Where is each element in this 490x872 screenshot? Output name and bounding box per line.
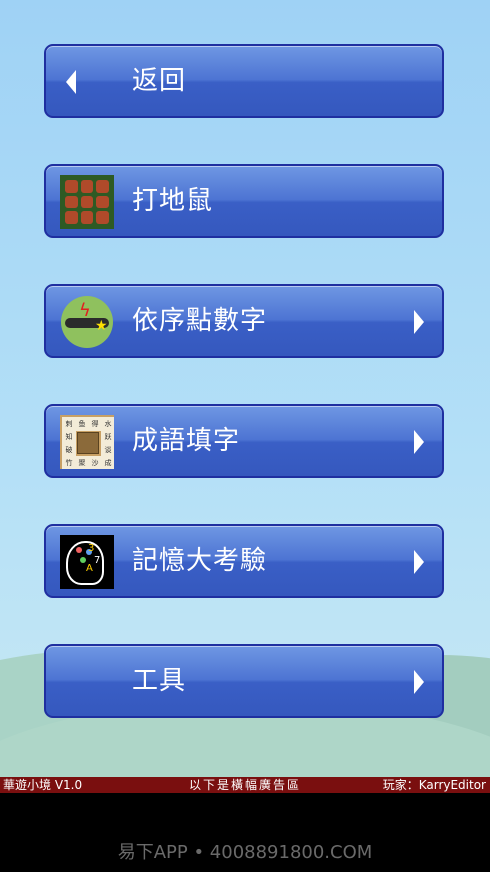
chevron-right-icon xyxy=(414,550,424,574)
memory-glyph: 7 xyxy=(94,555,101,566)
idiom-puzzle-label: 成語填字 xyxy=(132,426,241,456)
whack-a-mole-label: 打地鼠 xyxy=(132,186,214,216)
background: 返回 打地鼠 ϟ ★ 依序點數字 刺 知 鱼 得 水 破 竹 跃 谈 聚 沙 成… xyxy=(0,0,490,777)
back-arrow-icon xyxy=(66,70,76,94)
idiom-cell: 破 xyxy=(62,443,76,457)
number-sequence-label: 依序點數字 xyxy=(132,306,268,336)
chevron-right-icon xyxy=(414,670,424,694)
chevron-right-icon xyxy=(414,430,424,454)
whack-a-mole-icon xyxy=(60,175,114,229)
player-name: 玩家：KarryEditor xyxy=(382,778,486,792)
ad-banner-bar: 以下是橫幅廣告區 華遊小境 V1.0 玩家：KarryEditor xyxy=(0,777,490,793)
memory-test-button[interactable]: 3 7 A 記憶大考驗 xyxy=(44,524,444,598)
chevron-right-icon xyxy=(414,310,424,334)
idiom-cell: 竹 xyxy=(62,456,76,469)
idiom-cell: 聚 xyxy=(75,456,89,469)
idiom-cell: 知 xyxy=(62,430,76,444)
memory-test-icon: 3 7 A xyxy=(60,535,114,589)
app-version: 華遊小境 V1.0 xyxy=(3,778,83,792)
idiom-cell: 得 xyxy=(88,417,102,431)
whack-a-mole-button[interactable]: 打地鼠 xyxy=(44,164,444,238)
tools-button[interactable]: 工具 xyxy=(44,644,444,718)
idiom-cell: 鱼 xyxy=(75,417,89,431)
idiom-cell: 水 xyxy=(101,417,114,431)
idiom-cell: 成 xyxy=(101,456,114,469)
memory-glyph: A xyxy=(86,563,93,574)
number-sequence-button[interactable]: ϟ ★ 依序點數字 xyxy=(44,284,444,358)
idiom-cell: 谈 xyxy=(101,443,114,457)
tools-label: 工具 xyxy=(132,666,187,696)
watermark: 易下APP • 4008891800.COM xyxy=(117,842,373,863)
idiom-puzzle-button[interactable]: 刺 知 鱼 得 水 破 竹 跃 谈 聚 沙 成 成語填字 xyxy=(44,404,444,478)
idiom-cell: 沙 xyxy=(88,456,102,469)
memory-test-label: 記憶大考驗 xyxy=(132,546,268,576)
memory-glyph: 3 xyxy=(88,543,95,554)
back-button[interactable]: 返回 xyxy=(44,44,444,118)
back-label: 返回 xyxy=(132,66,187,96)
number-sequence-icon: ϟ ★ xyxy=(61,296,113,348)
idiom-cell: 跃 xyxy=(101,430,114,444)
idiom-cell: 刺 xyxy=(62,417,76,431)
idiom-puzzle-icon: 刺 知 鱼 得 水 破 竹 跃 谈 聚 沙 成 xyxy=(60,415,114,469)
